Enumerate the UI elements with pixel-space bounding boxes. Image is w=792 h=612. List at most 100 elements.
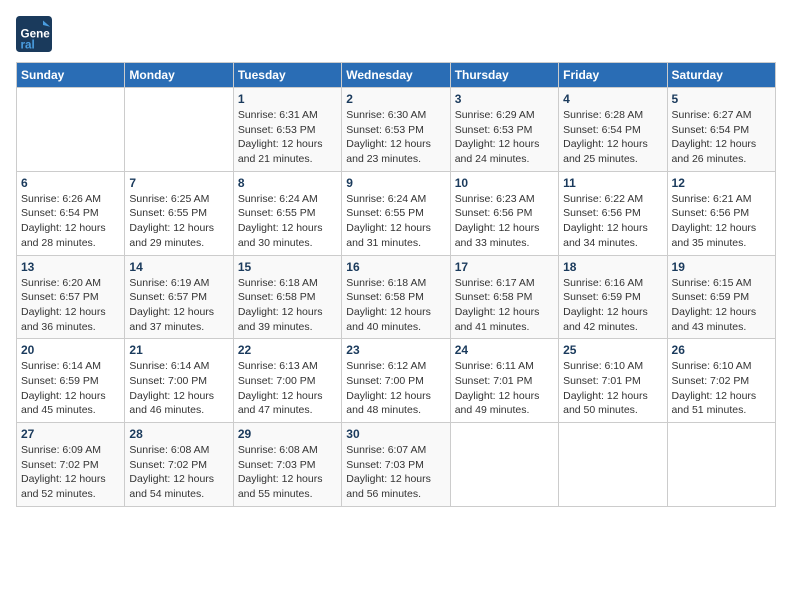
- day-number: 23: [346, 343, 445, 357]
- day-number: 3: [455, 92, 554, 106]
- day-info: Sunrise: 6:10 AMSunset: 7:01 PMDaylight:…: [563, 359, 662, 418]
- day-number: 11: [563, 176, 662, 190]
- calendar-cell: 5 Sunrise: 6:27 AMSunset: 6:54 PMDaylight…: [667, 88, 775, 172]
- calendar-cell: 7 Sunrise: 6:25 AMSunset: 6:55 PMDaylight…: [125, 171, 233, 255]
- header-saturday: Saturday: [667, 63, 775, 88]
- calendar-cell: 28 Sunrise: 6:08 AMSunset: 7:02 PMDayligh…: [125, 423, 233, 507]
- calendar-cell: [17, 88, 125, 172]
- calendar-week-2: 6 Sunrise: 6:26 AMSunset: 6:54 PMDaylight…: [17, 171, 776, 255]
- day-info: Sunrise: 6:08 AMSunset: 7:03 PMDaylight:…: [238, 443, 337, 502]
- calendar-cell: 26Sunrise: 6:10 AMSunset: 7:02 PMDayligh…: [667, 339, 775, 423]
- day-number: 27: [21, 427, 120, 441]
- day-number: 20: [21, 343, 120, 357]
- day-number: 10: [455, 176, 554, 190]
- day-number: 7: [129, 176, 228, 190]
- calendar-cell: 16 Sunrise: 6:18 AMSunset: 6:58 PMDayligh…: [342, 255, 450, 339]
- day-number: 9: [346, 176, 445, 190]
- day-info: Sunrise: 6:13 AMSunset: 7:00 PMDaylight:…: [238, 359, 337, 418]
- calendar-cell: 17 Sunrise: 6:17 AMSunset: 6:58 PMDayligh…: [450, 255, 558, 339]
- day-info: Sunrise: 6:22 AMSunset: 6:56 PMDaylight:…: [563, 192, 662, 251]
- day-info: Sunrise: 6:21 AMSunset: 6:56 PMDaylight:…: [672, 192, 771, 251]
- day-info: Sunrise: 6:30 AMSunset: 6:53 PMDaylight:…: [346, 108, 445, 167]
- calendar-cell: 27 Sunrise: 6:09 AMSunset: 7:02 PMDayligh…: [17, 423, 125, 507]
- day-info: Sunrise: 6:08 AMSunset: 7:02 PMDaylight:…: [129, 443, 228, 502]
- day-info: Sunrise: 6:28 AMSunset: 6:54 PMDaylight:…: [563, 108, 662, 167]
- calendar-week-3: 13 Sunrise: 6:20 AMSunset: 6:57 PMDayligh…: [17, 255, 776, 339]
- day-info: Sunrise: 6:17 AMSunset: 6:58 PMDaylight:…: [455, 276, 554, 335]
- calendar-cell: 3 Sunrise: 6:29 AMSunset: 6:53 PMDaylight…: [450, 88, 558, 172]
- day-number: 15: [238, 260, 337, 274]
- calendar-week-5: 27 Sunrise: 6:09 AMSunset: 7:02 PMDayligh…: [17, 423, 776, 507]
- header-tuesday: Tuesday: [233, 63, 341, 88]
- day-info: Sunrise: 6:27 AMSunset: 6:54 PMDaylight:…: [672, 108, 771, 167]
- calendar-cell: 30 Sunrise: 6:07 AMSunset: 7:03 PMDayligh…: [342, 423, 450, 507]
- day-info: Sunrise: 6:31 AMSunset: 6:53 PMDaylight:…: [238, 108, 337, 167]
- day-number: 13: [21, 260, 120, 274]
- day-info: Sunrise: 6:24 AMSunset: 6:55 PMDaylight:…: [346, 192, 445, 251]
- day-info: Sunrise: 6:29 AMSunset: 6:53 PMDaylight:…: [455, 108, 554, 167]
- day-info: Sunrise: 6:24 AMSunset: 6:55 PMDaylight:…: [238, 192, 337, 251]
- day-number: 30: [346, 427, 445, 441]
- day-number: 17: [455, 260, 554, 274]
- day-info: Sunrise: 6:15 AMSunset: 6:59 PMDaylight:…: [672, 276, 771, 335]
- calendar-header: Sunday Monday Tuesday Wednesday Thursday…: [17, 63, 776, 88]
- calendar-cell: 2 Sunrise: 6:30 AMSunset: 6:53 PMDaylight…: [342, 88, 450, 172]
- logo-icon: Gene ral: [16, 16, 52, 52]
- day-number: 5: [672, 92, 771, 106]
- weekday-row: Sunday Monday Tuesday Wednesday Thursday…: [17, 63, 776, 88]
- calendar-cell: 21 Sunrise: 6:14 AMSunset: 7:00 PMDayligh…: [125, 339, 233, 423]
- day-number: 21: [129, 343, 228, 357]
- calendar-cell: [125, 88, 233, 172]
- day-number: 19: [672, 260, 771, 274]
- day-info: Sunrise: 6:12 AMSunset: 7:00 PMDaylight:…: [346, 359, 445, 418]
- calendar-cell: 12Sunrise: 6:21 AMSunset: 6:56 PMDayligh…: [667, 171, 775, 255]
- day-number: 6: [21, 176, 120, 190]
- calendar-cell: 24 Sunrise: 6:11 AMSunset: 7:01 PMDayligh…: [450, 339, 558, 423]
- calendar-cell: [667, 423, 775, 507]
- calendar-table: Sunday Monday Tuesday Wednesday Thursday…: [16, 62, 776, 507]
- day-info: Sunrise: 6:25 AMSunset: 6:55 PMDaylight:…: [129, 192, 228, 251]
- day-info: Sunrise: 6:10 AMSunset: 7:02 PMDaylight:…: [672, 359, 771, 418]
- day-number: 24: [455, 343, 554, 357]
- day-number: 1: [238, 92, 337, 106]
- calendar-cell: 9 Sunrise: 6:24 AMSunset: 6:55 PMDaylight…: [342, 171, 450, 255]
- day-number: 28: [129, 427, 228, 441]
- calendar-week-1: 1 Sunrise: 6:31 AMSunset: 6:53 PMDaylight…: [17, 88, 776, 172]
- day-info: Sunrise: 6:19 AMSunset: 6:57 PMDaylight:…: [129, 276, 228, 335]
- day-info: Sunrise: 6:14 AMSunset: 7:00 PMDaylight:…: [129, 359, 228, 418]
- page-header: Gene ral: [16, 16, 776, 52]
- header-friday: Friday: [559, 63, 667, 88]
- calendar-cell: 15 Sunrise: 6:18 AMSunset: 6:58 PMDayligh…: [233, 255, 341, 339]
- logo: Gene ral: [16, 16, 56, 52]
- day-number: 8: [238, 176, 337, 190]
- day-number: 25: [563, 343, 662, 357]
- day-info: Sunrise: 6:14 AMSunset: 6:59 PMDaylight:…: [21, 359, 120, 418]
- day-number: 16: [346, 260, 445, 274]
- calendar-body: 1 Sunrise: 6:31 AMSunset: 6:53 PMDaylight…: [17, 88, 776, 507]
- day-info: Sunrise: 6:18 AMSunset: 6:58 PMDaylight:…: [238, 276, 337, 335]
- svg-text:ral: ral: [21, 38, 35, 51]
- day-info: Sunrise: 6:26 AMSunset: 6:54 PMDaylight:…: [21, 192, 120, 251]
- calendar-cell: [559, 423, 667, 507]
- calendar-cell: 20 Sunrise: 6:14 AMSunset: 6:59 PMDayligh…: [17, 339, 125, 423]
- calendar-cell: 1 Sunrise: 6:31 AMSunset: 6:53 PMDaylight…: [233, 88, 341, 172]
- day-info: Sunrise: 6:23 AMSunset: 6:56 PMDaylight:…: [455, 192, 554, 251]
- day-info: Sunrise: 6:09 AMSunset: 7:02 PMDaylight:…: [21, 443, 120, 502]
- day-info: Sunrise: 6:07 AMSunset: 7:03 PMDaylight:…: [346, 443, 445, 502]
- calendar-cell: 14Sunrise: 6:19 AMSunset: 6:57 PMDayligh…: [125, 255, 233, 339]
- day-info: Sunrise: 6:16 AMSunset: 6:59 PMDaylight:…: [563, 276, 662, 335]
- calendar-cell: 19 Sunrise: 6:15 AMSunset: 6:59 PMDayligh…: [667, 255, 775, 339]
- calendar-cell: 10 Sunrise: 6:23 AMSunset: 6:56 PMDayligh…: [450, 171, 558, 255]
- header-thursday: Thursday: [450, 63, 558, 88]
- calendar-cell: 23 Sunrise: 6:12 AMSunset: 7:00 PMDayligh…: [342, 339, 450, 423]
- calendar-cell: 29Sunrise: 6:08 AMSunset: 7:03 PMDayligh…: [233, 423, 341, 507]
- calendar-cell: 22Sunrise: 6:13 AMSunset: 7:00 PMDayligh…: [233, 339, 341, 423]
- day-info: Sunrise: 6:20 AMSunset: 6:57 PMDaylight:…: [21, 276, 120, 335]
- header-monday: Monday: [125, 63, 233, 88]
- day-info: Sunrise: 6:11 AMSunset: 7:01 PMDaylight:…: [455, 359, 554, 418]
- header-wednesday: Wednesday: [342, 63, 450, 88]
- day-number: 4: [563, 92, 662, 106]
- day-info: Sunrise: 6:18 AMSunset: 6:58 PMDaylight:…: [346, 276, 445, 335]
- day-number: 2: [346, 92, 445, 106]
- day-number: 18: [563, 260, 662, 274]
